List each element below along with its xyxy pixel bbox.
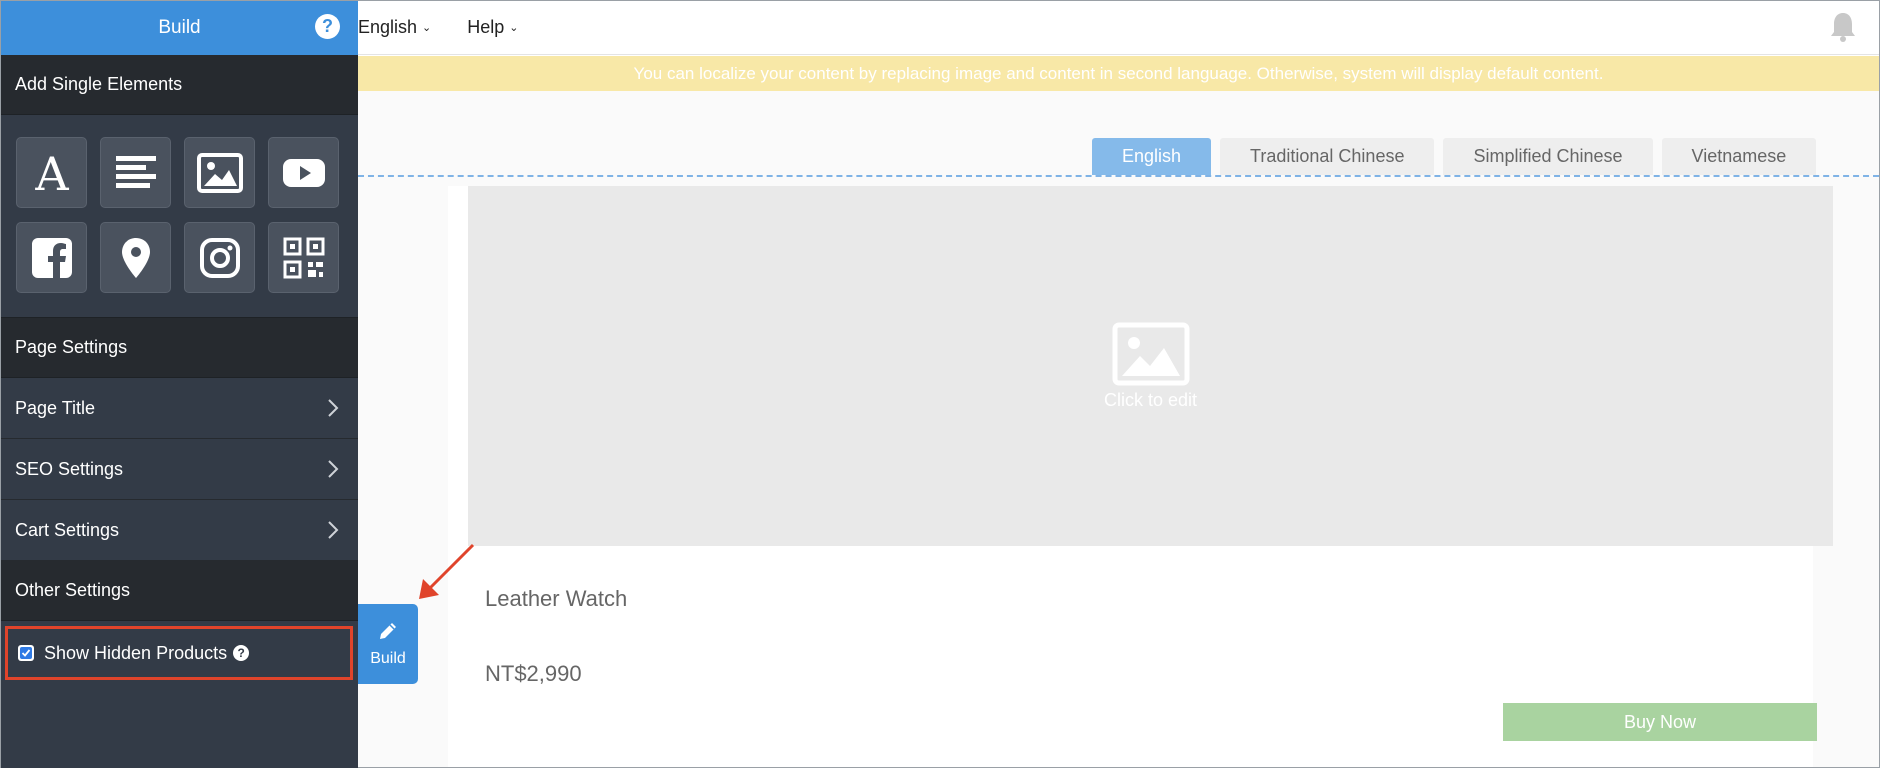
section-divider	[358, 175, 1879, 177]
show-hidden-products-row: Show Hidden Products ?	[5, 626, 353, 680]
top-bar: English ⌄ Help ⌄	[358, 1, 1879, 55]
chevron-right-icon	[328, 521, 339, 539]
pencil-icon	[380, 623, 396, 639]
tab-traditional-chinese[interactable]: Traditional Chinese	[1220, 138, 1435, 175]
chevron-down-icon: ⌄	[509, 22, 519, 34]
instagram-icon[interactable]	[184, 222, 255, 293]
product-title[interactable]: Leather Watch	[485, 586, 627, 612]
chevron-right-icon	[328, 399, 339, 417]
sidebar-header: Build ?	[1, 1, 358, 55]
annotation-arrow-icon	[419, 543, 475, 599]
sidebar: Build ? Add Single Elements A Page Setti…	[1, 1, 358, 768]
section-page-settings: Page Settings	[1, 318, 358, 378]
text-icon[interactable]: A	[16, 137, 87, 208]
paragraph-icon[interactable]	[100, 137, 171, 208]
product-block: Click to edit Leather Watch NT$2,990 Buy…	[448, 186, 1833, 767]
tab-simplified-chinese[interactable]: Simplified Chinese	[1443, 138, 1653, 175]
sidebar-title: Build	[158, 17, 201, 38]
sidebar-item-label: Page Title	[15, 397, 96, 418]
help-circle-icon[interactable]: ?	[233, 645, 250, 661]
language-menu-label: English	[358, 17, 418, 37]
help-menu-label: Help	[467, 17, 505, 37]
localization-notice: You can localize your content by replaci…	[358, 56, 1879, 91]
build-button-label: Build	[370, 650, 406, 667]
tab-vietnamese[interactable]: Vietnamese	[1661, 138, 1817, 175]
sidebar-item-label: SEO Settings	[15, 458, 124, 479]
help-icon[interactable]: ?	[315, 14, 340, 39]
sidebar-item-seo-settings[interactable]: SEO Settings	[1, 439, 358, 500]
tab-english[interactable]: English	[1092, 138, 1212, 175]
svg-text:A: A	[34, 150, 69, 196]
youtube-icon[interactable]	[268, 137, 339, 208]
click-to-edit-label: Click to edit	[1103, 389, 1198, 410]
chevron-right-icon	[328, 460, 339, 478]
language-tabs: English Traditional Chinese Simplified C…	[1092, 138, 1825, 175]
show-hidden-products-checkbox[interactable]	[18, 645, 34, 661]
element-tiles: A	[1, 115, 358, 318]
section-add-elements: Add Single Elements	[1, 55, 358, 115]
chevron-down-icon: ⌄	[422, 22, 432, 34]
product-image-placeholder[interactable]: Click to edit	[468, 186, 1833, 546]
qr-code-icon[interactable]	[268, 222, 339, 293]
show-hidden-products-label: Show Hidden Products	[44, 642, 228, 663]
section-other-settings: Other Settings	[1, 561, 358, 621]
buy-now-button[interactable]: Buy Now	[1503, 703, 1817, 741]
product-price[interactable]: NT$2,990	[485, 661, 582, 687]
image-icon	[1112, 322, 1189, 385]
facebook-icon[interactable]	[16, 222, 87, 293]
build-button[interactable]: Build	[358, 604, 418, 684]
language-menu[interactable]: English ⌄	[358, 17, 431, 38]
help-menu[interactable]: Help ⌄	[467, 17, 518, 38]
sidebar-item-label: Cart Settings	[15, 519, 120, 540]
sidebar-item-cart-settings[interactable]: Cart Settings	[1, 500, 358, 561]
bell-icon[interactable]	[1829, 11, 1857, 43]
sidebar-item-page-title[interactable]: Page Title	[1, 378, 358, 439]
page-canvas: English Traditional Chinese Simplified C…	[358, 91, 1879, 767]
image-icon[interactable]	[184, 137, 255, 208]
map-pin-icon[interactable]	[100, 222, 171, 293]
